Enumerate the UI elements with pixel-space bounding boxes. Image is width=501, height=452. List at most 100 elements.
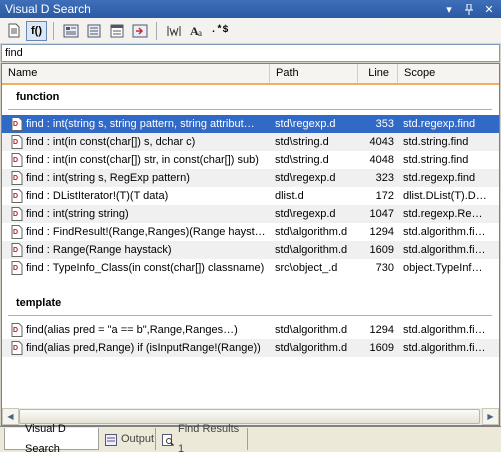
- close-icon[interactable]: ✕: [481, 2, 497, 16]
- svg-text:a: a: [198, 28, 202, 38]
- cell-scope: std.string.find: [403, 154, 469, 166]
- cell-path: std\algorithm.d: [275, 226, 348, 238]
- tab-output[interactable]: Output: [99, 428, 156, 450]
- jump-button[interactable]: [129, 21, 150, 41]
- cell-path: dlist.d: [275, 190, 304, 202]
- scroll-left-icon[interactable]: ◀: [2, 408, 19, 425]
- cell-name: find : int(in const(char[]) str, in cons…: [26, 154, 259, 166]
- cell-scope: std.algorithm.fi…: [403, 226, 486, 238]
- result-group: template Dfind(alias pred = "a == b",Rang…: [2, 291, 499, 357]
- results-list[interactable]: Name Path Line Scope function Dfind : int…: [1, 63, 500, 426]
- group-header: function: [16, 91, 60, 103]
- svg-text:D: D: [13, 229, 18, 236]
- column-name[interactable]: Name: [2, 64, 270, 83]
- cell-scope: dlist.DList(T).DL…: [403, 190, 488, 202]
- cell-scope: object.TypeInf…: [403, 262, 483, 274]
- d-source-file-icon: D: [11, 323, 23, 337]
- whole-word-button[interactable]: [163, 21, 184, 41]
- cell-name: find(alias pred,Range) if (isInputRange!…: [26, 342, 261, 354]
- toolbar: f() Aa .*$: [0, 18, 501, 44]
- table-row[interactable]: Dfind(alias pred,Range) if (isInputRange…: [2, 339, 499, 357]
- d-source-file-icon: D: [11, 189, 23, 203]
- cell-name: find : Range(Range haystack): [26, 244, 172, 256]
- list-icon: [87, 24, 101, 38]
- table-row[interactable]: Dfind : int(string s, RegExp pattern) std…: [2, 169, 499, 187]
- cell-name: find : int(string s, RegExp pattern): [26, 172, 190, 184]
- pin-icon[interactable]: [461, 2, 477, 16]
- table-row[interactable]: Dfind : int(in const(char[]) str, in con…: [2, 151, 499, 169]
- svg-text:D: D: [13, 265, 18, 272]
- document-button[interactable]: [3, 21, 24, 41]
- cell-line: 1609: [369, 342, 394, 354]
- d-source-file-icon: D: [11, 117, 23, 131]
- cell-path: std\string.d: [275, 154, 329, 166]
- search-input[interactable]: [2, 45, 499, 61]
- table-row[interactable]: Dfind : TypeInfo_Class(in const(char[]) …: [2, 259, 499, 277]
- svg-text:D: D: [13, 211, 18, 218]
- d-source-file-icon: D: [11, 341, 23, 355]
- toolbar-separator: [53, 21, 54, 40]
- tab-label: Output: [121, 433, 155, 445]
- tab-find-results-1[interactable]: Find Results 1: [156, 423, 248, 452]
- results-rows: function Dfind : int(string s, string pat…: [2, 85, 499, 361]
- svg-text:D: D: [13, 193, 18, 200]
- cell-path: std\algorithm.d: [275, 342, 348, 354]
- column-path[interactable]: Path: [270, 64, 358, 83]
- cell-scope: std.algorithm.fi…: [403, 342, 486, 354]
- cell-path: std\string.d: [275, 136, 329, 148]
- d-source-file-icon: D: [11, 225, 23, 239]
- svg-text:D: D: [13, 157, 18, 164]
- title-bar: Visual D Search ▾ ✕: [0, 0, 501, 18]
- scroll-right-icon[interactable]: ▶: [482, 408, 499, 425]
- search-field[interactable]: [1, 44, 500, 62]
- list-button[interactable]: [83, 21, 104, 41]
- match-case-button[interactable]: Aa: [186, 21, 207, 41]
- whole-word-icon: [166, 24, 182, 38]
- toolbar-separator: [156, 21, 157, 40]
- d-source-file-icon: D: [11, 135, 23, 149]
- document-icon: [7, 23, 21, 38]
- cell-path: std\algorithm.d: [275, 324, 348, 336]
- cell-line: 1294: [369, 324, 394, 336]
- tab-visual-d-search[interactable]: Visual D Search: [4, 423, 99, 452]
- cell-name: find : TypeInfo_Class(in const(char[]) c…: [26, 262, 265, 274]
- tab-label: Visual D Search: [25, 422, 66, 452]
- table-row[interactable]: Dfind : int(string s, string pattern, st…: [2, 115, 499, 133]
- table-row[interactable]: Dfind : DListIterator!(T)(T data) dlist.d…: [2, 187, 499, 205]
- table-row[interactable]: Dfind : FindResult!(Range,Ranges)(Range …: [2, 223, 499, 241]
- svg-text:D: D: [13, 327, 18, 334]
- function-filter-icon: f(): [31, 24, 42, 37]
- svg-text:D: D: [13, 345, 18, 352]
- cell-line: 730: [375, 262, 394, 274]
- cell-path: std\regexp.d: [275, 118, 336, 130]
- match-case-icon: Aa: [189, 24, 205, 38]
- column-scope[interactable]: Scope: [398, 64, 499, 83]
- table-row[interactable]: Dfind(alias pred = "a == b",Range,Ranges…: [2, 321, 499, 339]
- cell-name: find : int(string string): [26, 208, 129, 220]
- cell-line: 353: [375, 118, 394, 130]
- columns-button[interactable]: [106, 21, 127, 41]
- cell-line: 323: [375, 172, 394, 184]
- output-icon: [105, 433, 117, 446]
- dropdown-icon[interactable]: ▾: [441, 2, 457, 16]
- function-filter-button[interactable]: f(): [26, 20, 47, 41]
- regex-button[interactable]: .*$: [209, 21, 230, 41]
- table-row[interactable]: Dfind : int(in const(char[]) s, dchar c)…: [2, 133, 499, 151]
- cell-name: find(alias pred = "a == b",Range,Ranges……: [26, 324, 238, 336]
- cell-scope: std.string.find: [403, 136, 469, 148]
- cell-line: 1294: [369, 226, 394, 238]
- window-title: Visual D Search: [5, 2, 91, 16]
- cell-path: std\regexp.d: [275, 208, 336, 220]
- table-row[interactable]: Dfind : int(string string) std\regexp.d 10…: [2, 205, 499, 223]
- cell-name: find : DListIterator!(T)(T data): [26, 190, 169, 202]
- result-group: function Dfind : int(string s, string pat…: [2, 85, 499, 277]
- svg-text:D: D: [13, 121, 18, 128]
- cell-scope: std.algorithm.fi…: [403, 324, 486, 336]
- column-line[interactable]: Line: [358, 64, 398, 83]
- svg-text:D: D: [13, 139, 18, 146]
- cell-line: 172: [375, 190, 394, 202]
- cell-scope: std.regexp.find: [403, 172, 476, 184]
- sort-button[interactable]: [60, 21, 81, 41]
- cell-name: find : int(string s, string pattern, str…: [26, 118, 255, 130]
- table-row[interactable]: Dfind : Range(Range haystack) std\algorit…: [2, 241, 499, 259]
